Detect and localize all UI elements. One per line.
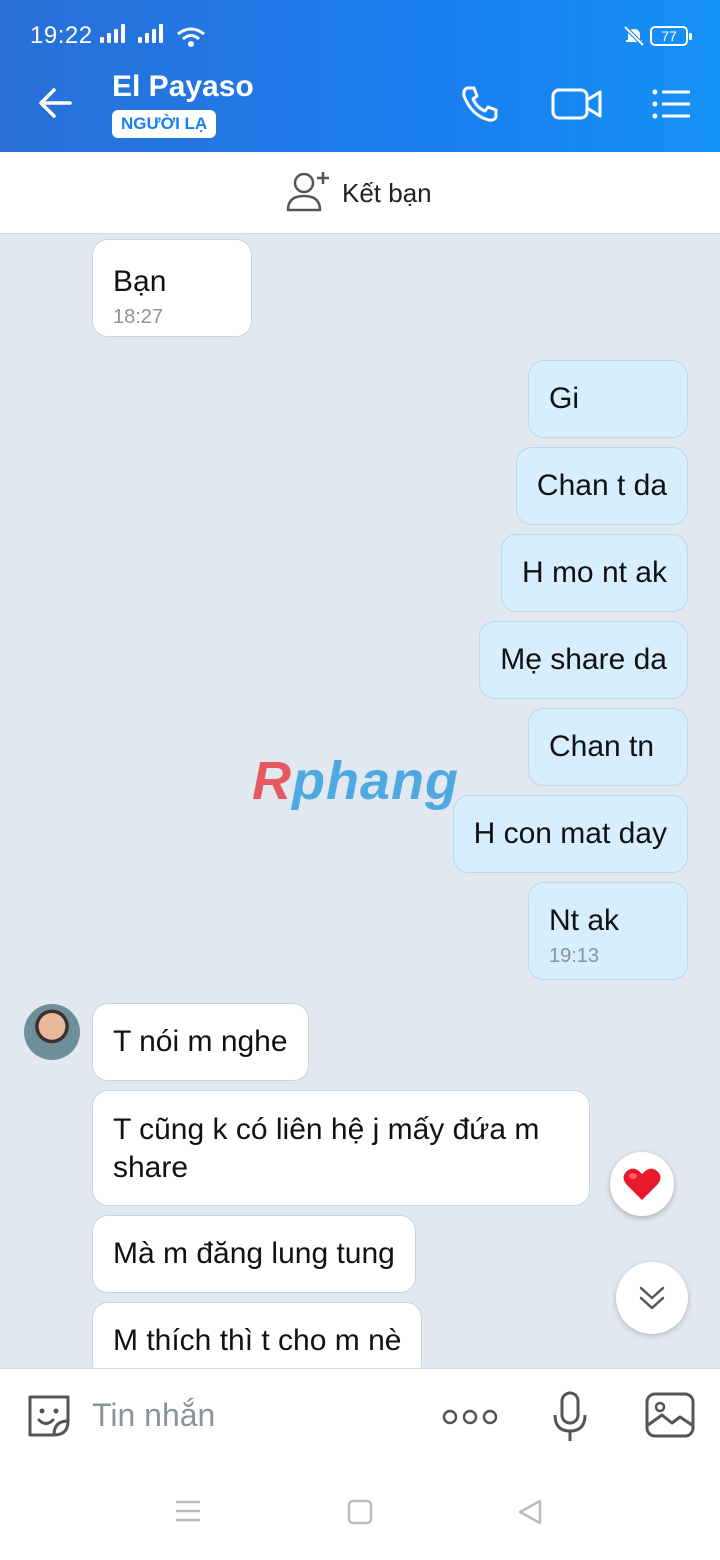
message-text: Nt ak [549,904,620,937]
microphone-icon[interactable] [552,1391,588,1443]
add-friend-label: Kết bạn [342,178,432,208]
message-bubble-outgoing[interactable]: Gi [528,360,688,438]
contact-name[interactable]: El Payaso [112,70,254,104]
message-text: T cũng k có liên hệ j mấy đứa m share [113,1113,540,1184]
reaction-button[interactable] [610,1152,674,1216]
heart-icon [623,1168,661,1200]
message-list[interactable]: Bạn 18:27 Gi Chan t da H mo nt ak Mẹ sha… [0,234,720,1368]
phone-icon[interactable] [458,82,502,126]
message-text: H con mat day [473,817,667,850]
message-bubble-outgoing[interactable]: Chan t da [515,447,688,525]
status-bar: 19:22 77 [0,0,720,56]
video-camera-icon[interactable] [550,82,604,126]
wifi-icon [177,27,205,47]
message-bubble-outgoing[interactable]: H con mat day [452,795,688,873]
message-text: Mẹ share da [500,643,667,676]
more-dots-icon[interactable] [442,1409,498,1425]
message-bubble-outgoing[interactable]: H mo nt ak [500,534,688,612]
stranger-badge: NGƯỜI LẠ [112,110,217,138]
image-icon[interactable] [644,1391,696,1439]
message-text: Chan t da [536,469,667,502]
status-time: 19:22 [30,22,93,49]
message-time: 18:27 [113,306,164,328]
watermark-logo: Rphang [252,751,459,811]
message-bubble-outgoing[interactable]: Mẹ share da [479,621,688,699]
back-nav-icon[interactable] [516,1498,544,1526]
message-bubble-incoming[interactable]: T cũng k có liên hệ j mấy đứa m share [92,1090,590,1206]
system-navigation-bar [0,1464,720,1560]
message-bubble-incoming[interactable]: Bạn 18:27 [92,239,252,337]
back-arrow-icon[interactable] [36,84,74,122]
battery-icon: 77 [650,26,692,46]
contact-avatar[interactable] [24,1004,80,1060]
message-text: T nói m nghe [113,1025,288,1058]
recent-apps-icon[interactable] [174,1498,202,1524]
message-text: Bạn [113,265,167,298]
message-input[interactable] [92,1397,412,1434]
sticker-face-icon[interactable] [24,1391,74,1441]
chat-header: El Payaso NGƯỜI LẠ [0,56,720,152]
message-text: H mo nt ak [521,556,667,589]
signal-icon-2 [138,24,163,43]
message-bubble-incoming[interactable]: T nói m nghe [92,1003,309,1081]
message-text: Gi [549,382,579,415]
signal-icon [100,24,125,43]
message-bubble-outgoing[interactable]: Chan tn [528,708,688,786]
message-composer [0,1368,720,1464]
add-user-icon [286,172,329,212]
message-bubble-incoming[interactable]: Mà m đăng lung tung [92,1215,416,1293]
message-bubble-outgoing[interactable]: Nt ak 19:13 [528,882,688,980]
scroll-to-bottom-button[interactable] [616,1262,688,1334]
message-text: Chan tn [549,730,655,763]
add-friend-bar[interactable]: Kết bạn [0,152,720,234]
mute-bell-icon [623,25,645,47]
message-bubble-incoming[interactable]: M thích thì t cho m nè [92,1302,423,1368]
home-icon[interactable] [346,1498,374,1526]
message-text: Mà m đăng lung tung [113,1237,395,1270]
double-chevron-down-icon [639,1286,665,1310]
message-text: M thích thì t cho m nè [113,1324,402,1357]
message-time: 19:13 [549,945,600,967]
list-menu-icon[interactable] [650,82,694,126]
